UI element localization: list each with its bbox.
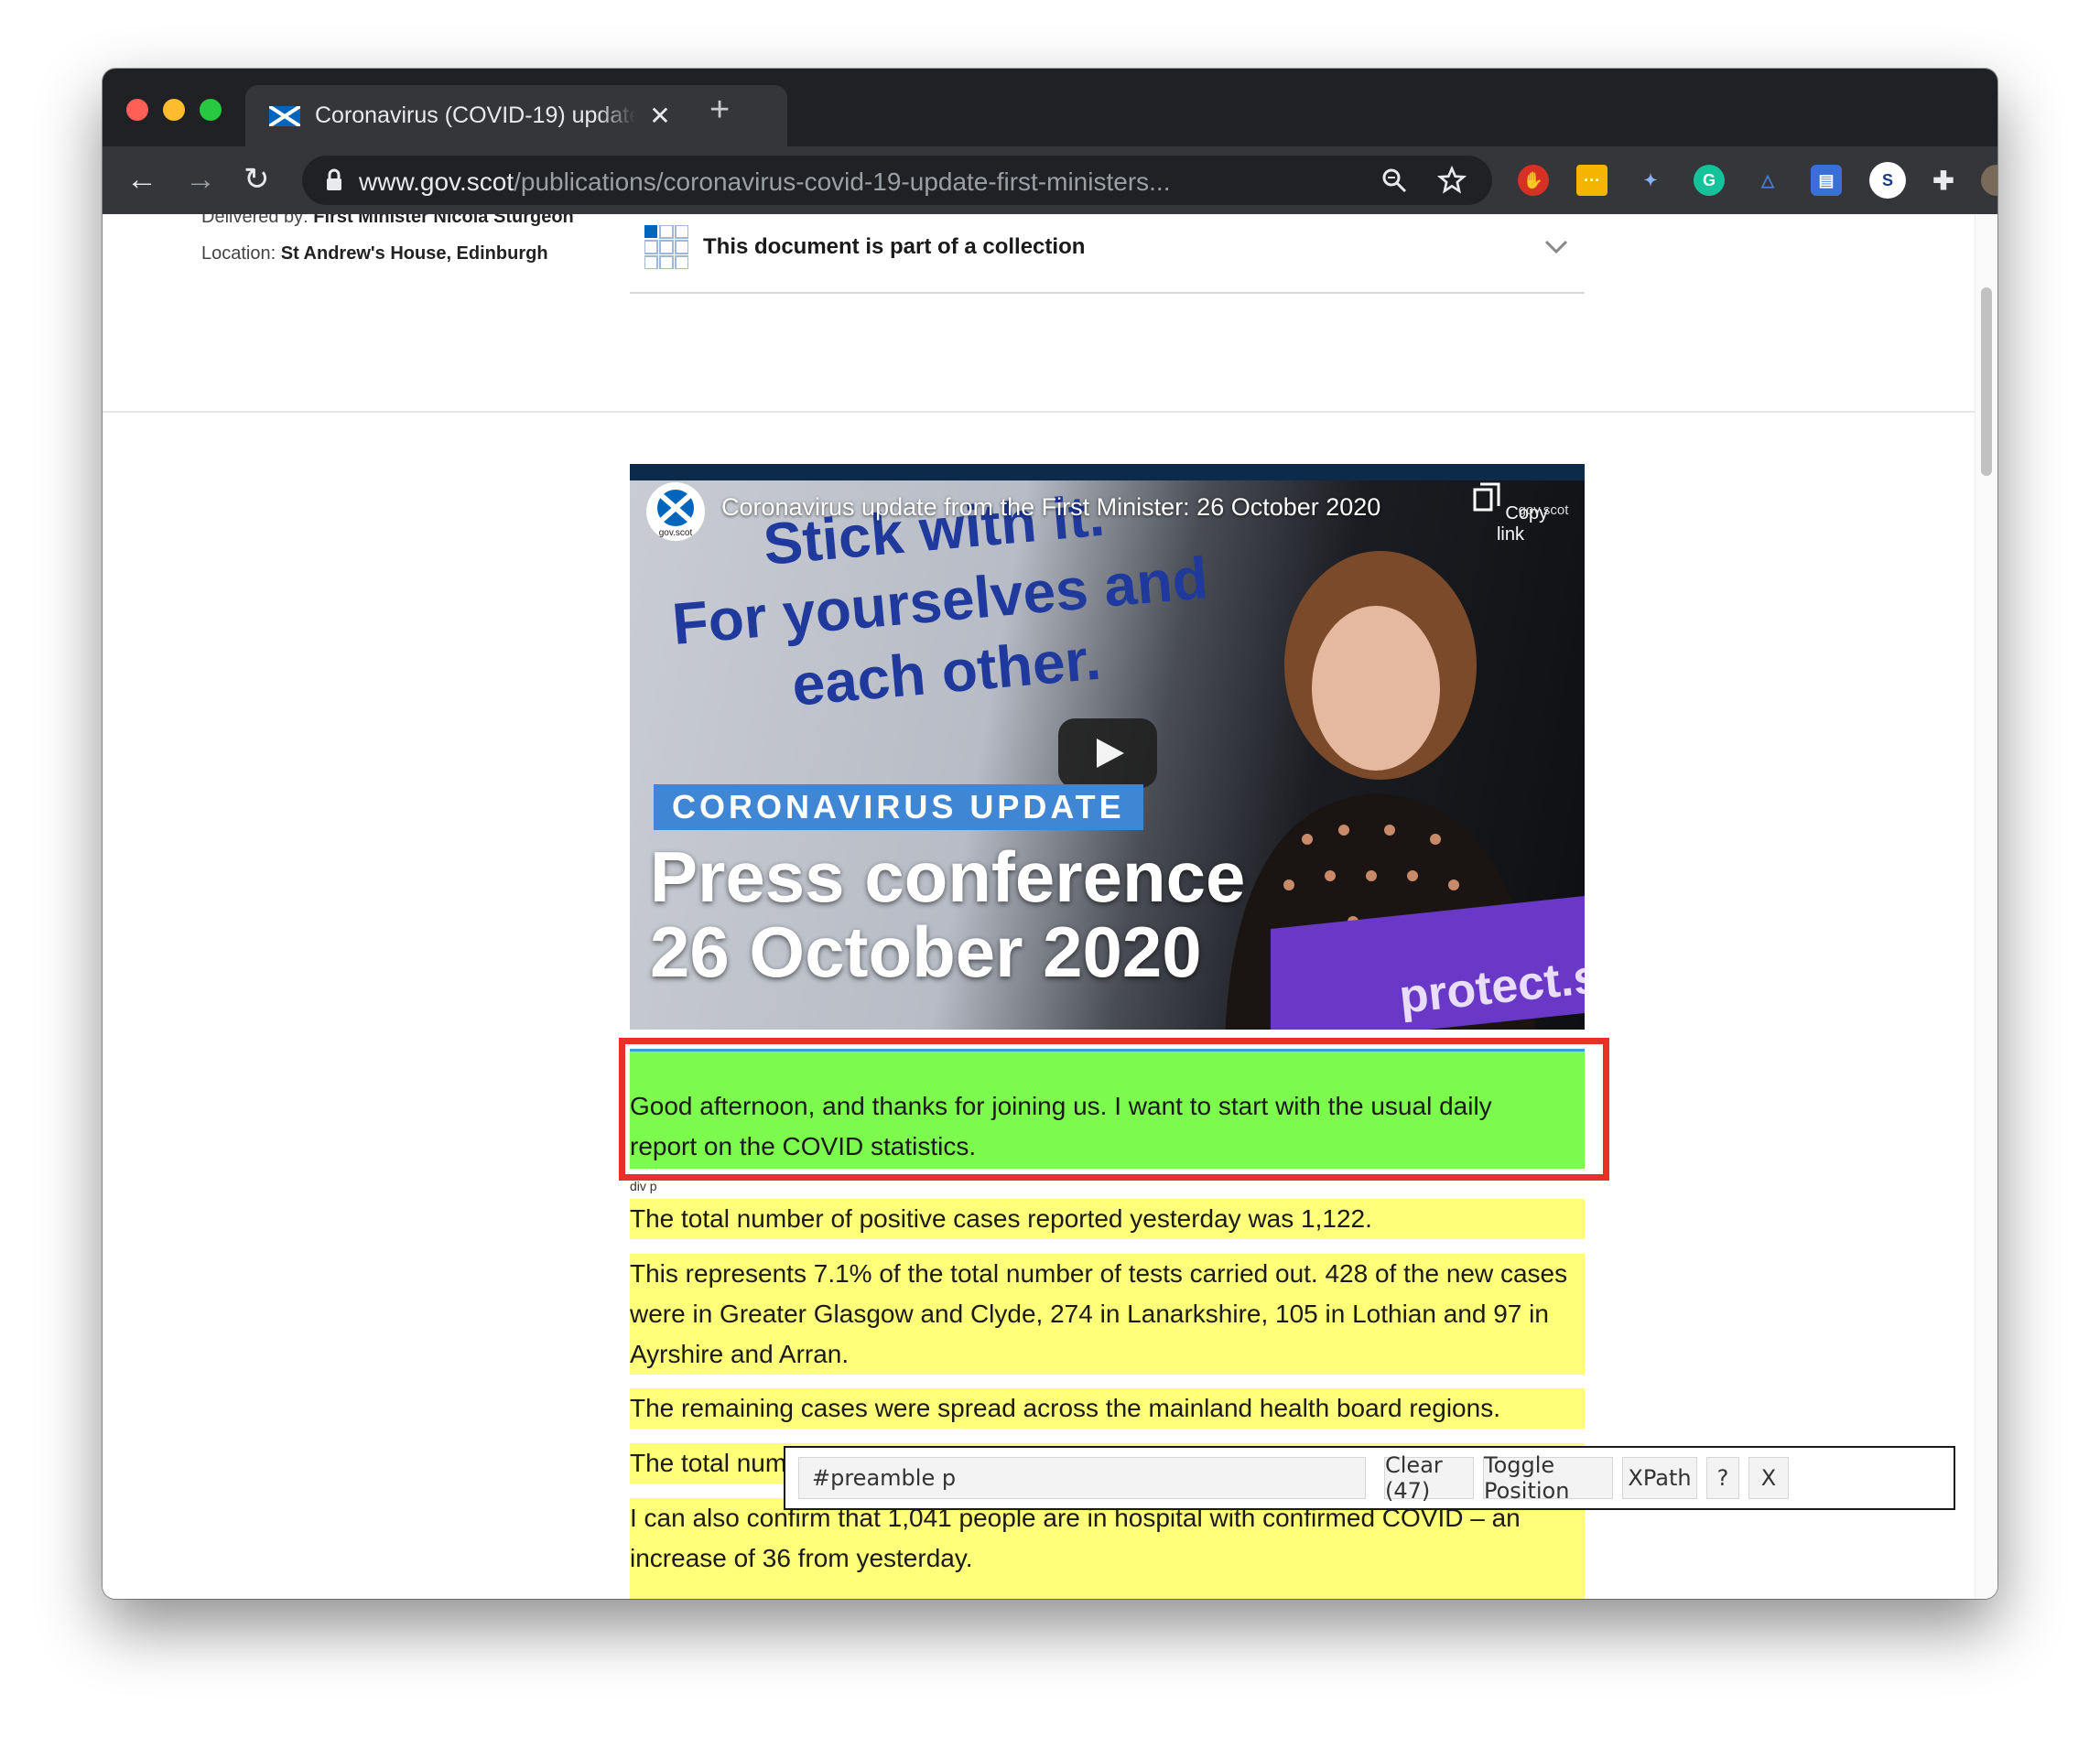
scrollbar-thumb[interactable] [1981, 287, 1992, 476]
coronavirus-update-badge: CORONAVIRUS UPDATE [654, 784, 1143, 830]
press-conference-headline: Press conference 26 October 2020 [650, 836, 1246, 992]
copy-icon [1473, 482, 1500, 512]
tab-active[interactable]: Coronavirus (COVID-19) update: First Min… [245, 85, 787, 146]
saltire-flag-icon [269, 105, 300, 126]
channel-logo[interactable]: gov.scot [646, 482, 705, 541]
zoom-icon[interactable] [1380, 165, 1408, 196]
section-divider [103, 411, 1976, 413]
docs-extension-icon[interactable]: ▤ [1811, 165, 1842, 196]
minimize-window-button[interactable] [163, 99, 185, 121]
new-tab-button[interactable]: + [709, 91, 730, 130]
collection-accordion[interactable]: This document is part of a collection [630, 214, 1585, 294]
selector-tag-label: div p [630, 1179, 657, 1193]
address-bar[interactable]: www.gov.scot/publications/coronavirus-co… [302, 156, 1492, 205]
lock-icon [327, 168, 341, 190]
browser-window: Coronavirus (COVID-19) update: First Min… [103, 69, 1997, 1599]
close-panel-button[interactable]: X [1748, 1457, 1789, 1499]
bookmark-star-icon[interactable] [1437, 165, 1467, 196]
puzzle-extensions-icon[interactable]: ✚ [1928, 165, 1959, 196]
selectorgadget-panel: Clear (47) Toggle Position XPath ? X [784, 1446, 1955, 1510]
location: Location: St Andrew's House, Edinburgh [201, 243, 548, 264]
play-button[interactable] [1058, 718, 1157, 788]
adblock-extension-icon[interactable]: ✋ [1518, 165, 1549, 196]
toggle-position-button[interactable]: Toggle Position [1483, 1452, 1613, 1504]
delivered-by: Delivered by: First Minister Nicola Stur… [201, 214, 574, 227]
xpath-button[interactable]: XPath [1622, 1457, 1697, 1499]
profile-avatar[interactable] [1981, 165, 1997, 196]
triangle-extension-icon[interactable]: △ [1752, 165, 1783, 196]
selectorgadget-extension-icon[interactable]: S [1869, 162, 1906, 199]
video-title[interactable]: Coronavirus update from the First Minist… [721, 493, 1380, 522]
maximize-window-button[interactable] [200, 99, 222, 121]
clear-button[interactable]: Clear (47) [1384, 1452, 1474, 1504]
tab-title: Coronavirus (COVID-19) update: First Min… [315, 102, 635, 128]
collection-label: This document is part of a collection [703, 234, 1086, 259]
svg-text:gov.scot: gov.scot [659, 528, 693, 538]
collection-grid-icon [644, 225, 688, 269]
corner-watermark: gov.scot [1518, 502, 1569, 518]
reload-button[interactable]: ↻ [244, 159, 270, 200]
page-viewport: Delivered by: First Minister Nicola Stur… [103, 214, 1997, 1599]
close-window-button[interactable] [126, 99, 148, 121]
notes-extension-icon[interactable]: ··· [1576, 165, 1607, 196]
browser-toolbar: ← → ↻ www.gov.scot/publications/coronavi… [103, 146, 1997, 214]
page-scrollbar[interactable] [1975, 214, 1997, 1599]
video-player[interactable]: Stick with it. For yourselves and each o… [630, 464, 1585, 1030]
forward-button[interactable]: → [185, 159, 216, 200]
satellite-extension-icon[interactable]: ✦ [1635, 165, 1666, 196]
paragraph[interactable]: The total number of positive cases repor… [630, 1199, 1585, 1239]
paragraph[interactable]: The remaining cases were spread across t… [630, 1388, 1585, 1429]
paragraph[interactable]: I can also confirm that 1,041 people are… [630, 1498, 1585, 1599]
back-button[interactable]: ← [126, 159, 157, 200]
url-text: www.gov.scot/publications/coronavirus-co… [359, 167, 1171, 196]
saltire-logo-icon: gov.scot [657, 490, 694, 538]
chevron-down-icon[interactable] [1543, 232, 1570, 260]
selector-input[interactable] [798, 1457, 1366, 1499]
tab-close-icon[interactable]: ✕ [646, 101, 674, 131]
help-button[interactable]: ? [1706, 1457, 1739, 1499]
selected-paragraph[interactable]: Good afternoon, and thanks for joining u… [630, 1049, 1585, 1169]
paragraph[interactable]: This represents 7.1% of the total number… [630, 1254, 1585, 1375]
grammarly-extension-icon[interactable]: G [1694, 165, 1725, 196]
tab-bar: Coronavirus (COVID-19) update: First Min… [103, 69, 1997, 146]
